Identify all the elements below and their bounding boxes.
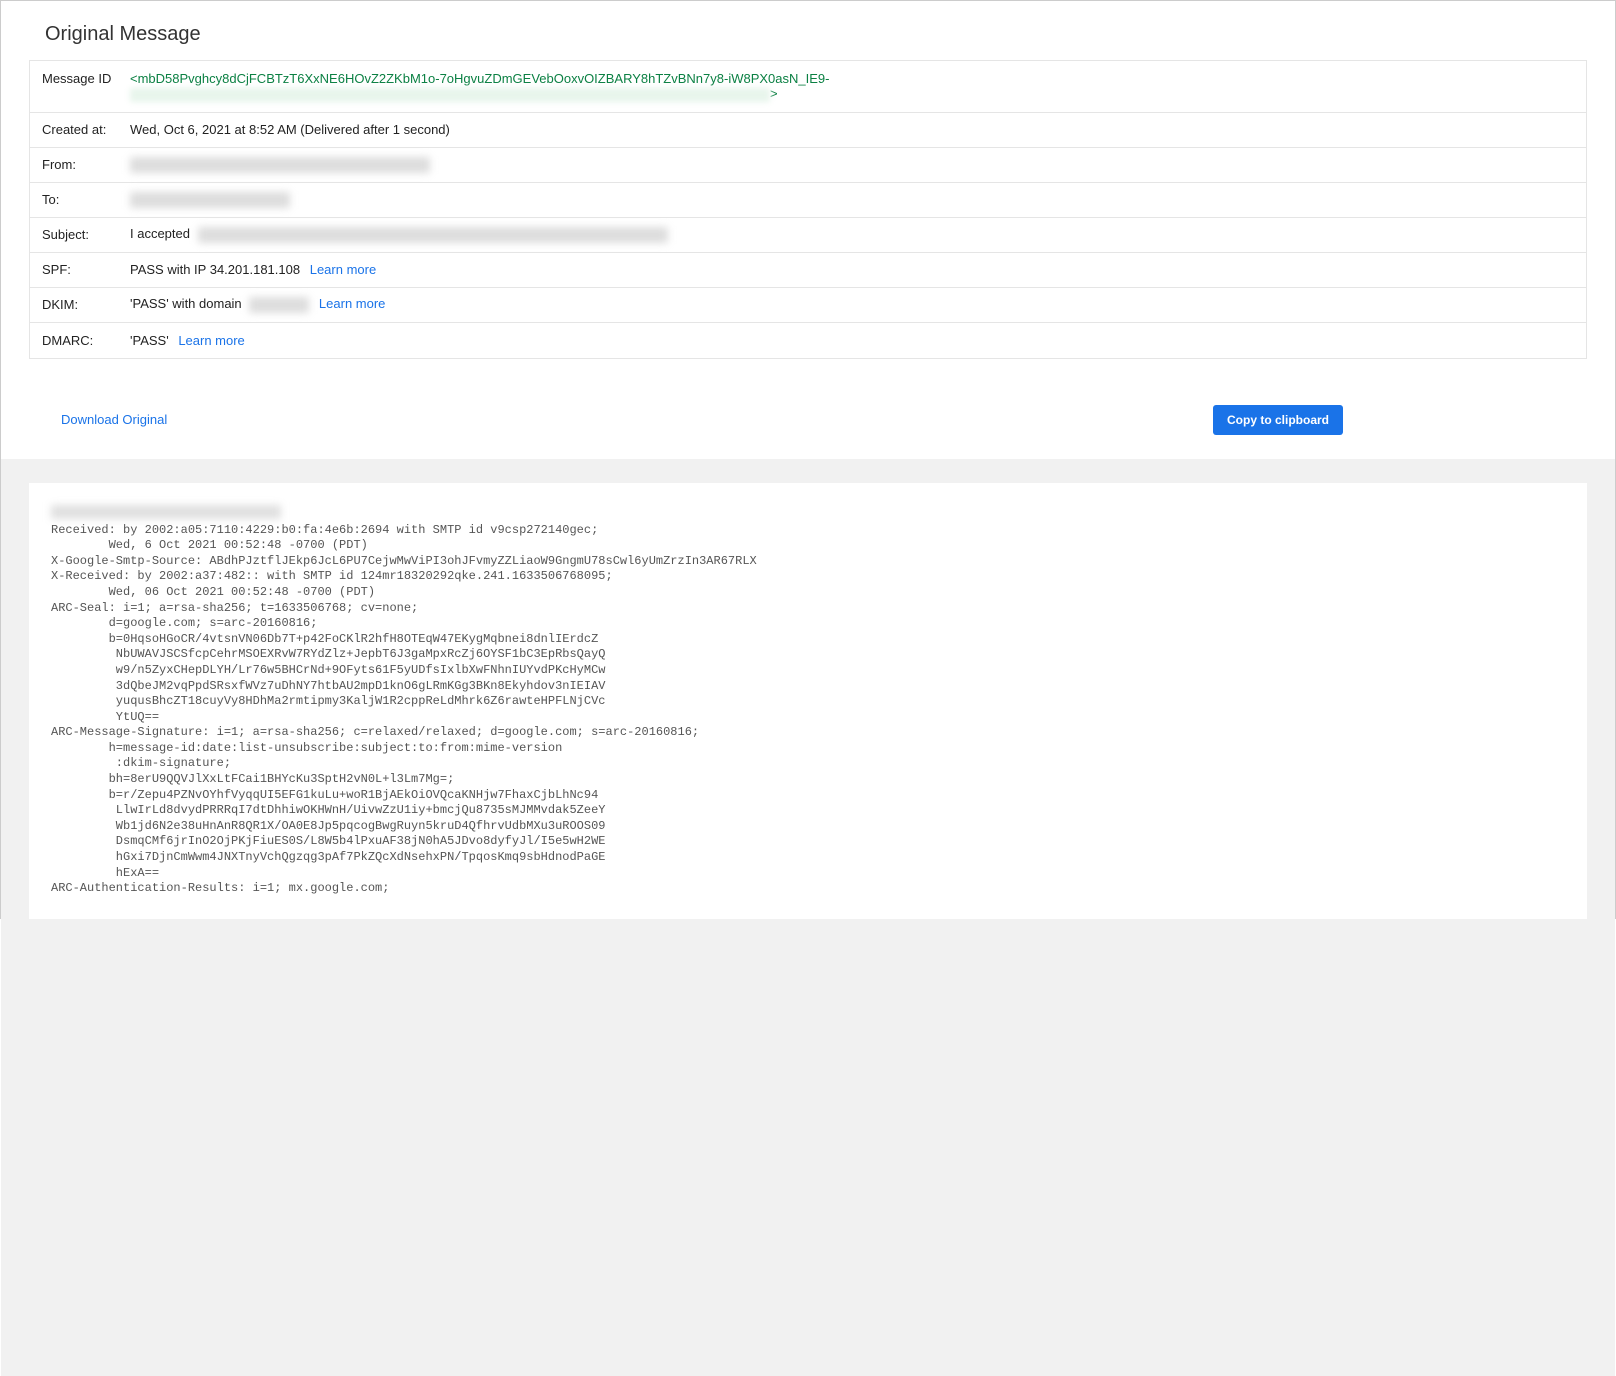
raw-headers-box: Received: by 2002:a05:7110:4229:b0:fa:4e… (29, 483, 1587, 919)
raw-headers-section: Received: by 2002:a05:7110:4229:b0:fa:4e… (1, 459, 1615, 1376)
page-title: Original Message (45, 23, 1571, 46)
dkim-label: DKIM: (42, 297, 130, 312)
dmarc-label: DMARC: (42, 333, 130, 348)
dmarc-value: 'PASS' Learn more (130, 333, 1574, 348)
to-row: To: (30, 183, 1586, 218)
message-info-table: Message ID <mbD58Pvghcy8dCjFCBTzT6XxNE6H… (29, 60, 1587, 359)
download-original-link[interactable]: Download Original (61, 412, 167, 427)
message-id-row: Message ID <mbD58Pvghcy8dCjFCBTzT6XxNE6H… (30, 61, 1586, 113)
created-at-label: Created at: (42, 122, 130, 137)
raw-headers-text: Received: by 2002:a05:7110:4229:b0:fa:4e… (51, 523, 757, 896)
to-label: To: (42, 192, 130, 207)
message-id-value: <mbD58Pvghcy8dCjFCBTzT6XxNE6HOvZ2ZKbM1o-… (130, 71, 1574, 102)
action-bar: Download Original Copy to clipboard (1, 395, 1615, 459)
dmarc-learn-more-link[interactable]: Learn more (178, 333, 244, 348)
spf-value: PASS with IP 34.201.181.108 Learn more (130, 262, 1574, 277)
created-at-row: Created at: Wed, Oct 6, 2021 at 8:52 AM … (30, 113, 1586, 148)
dmarc-row: DMARC: 'PASS' Learn more (30, 323, 1586, 358)
dkim-learn-more-link[interactable]: Learn more (319, 296, 385, 311)
copy-to-clipboard-button[interactable]: Copy to clipboard (1213, 405, 1343, 435)
subject-row: Subject: I accepted (30, 218, 1586, 253)
from-row: From: (30, 148, 1586, 183)
spf-row: SPF: PASS with IP 34.201.181.108 Learn m… (30, 253, 1586, 288)
from-label: From: (42, 157, 130, 172)
dkim-row: DKIM: 'PASS' with domain Learn more (30, 288, 1586, 323)
spf-learn-more-link[interactable]: Learn more (310, 262, 376, 277)
subject-value: I accepted (130, 226, 1574, 243)
to-value (130, 191, 1574, 208)
message-id-label: Message ID (42, 71, 130, 86)
from-value (130, 156, 1574, 173)
spf-label: SPF: (42, 262, 130, 277)
dkim-value: 'PASS' with domain Learn more (130, 296, 1574, 313)
subject-label: Subject: (42, 227, 130, 242)
created-at-value: Wed, Oct 6, 2021 at 8:52 AM (Delivered a… (130, 122, 1574, 137)
